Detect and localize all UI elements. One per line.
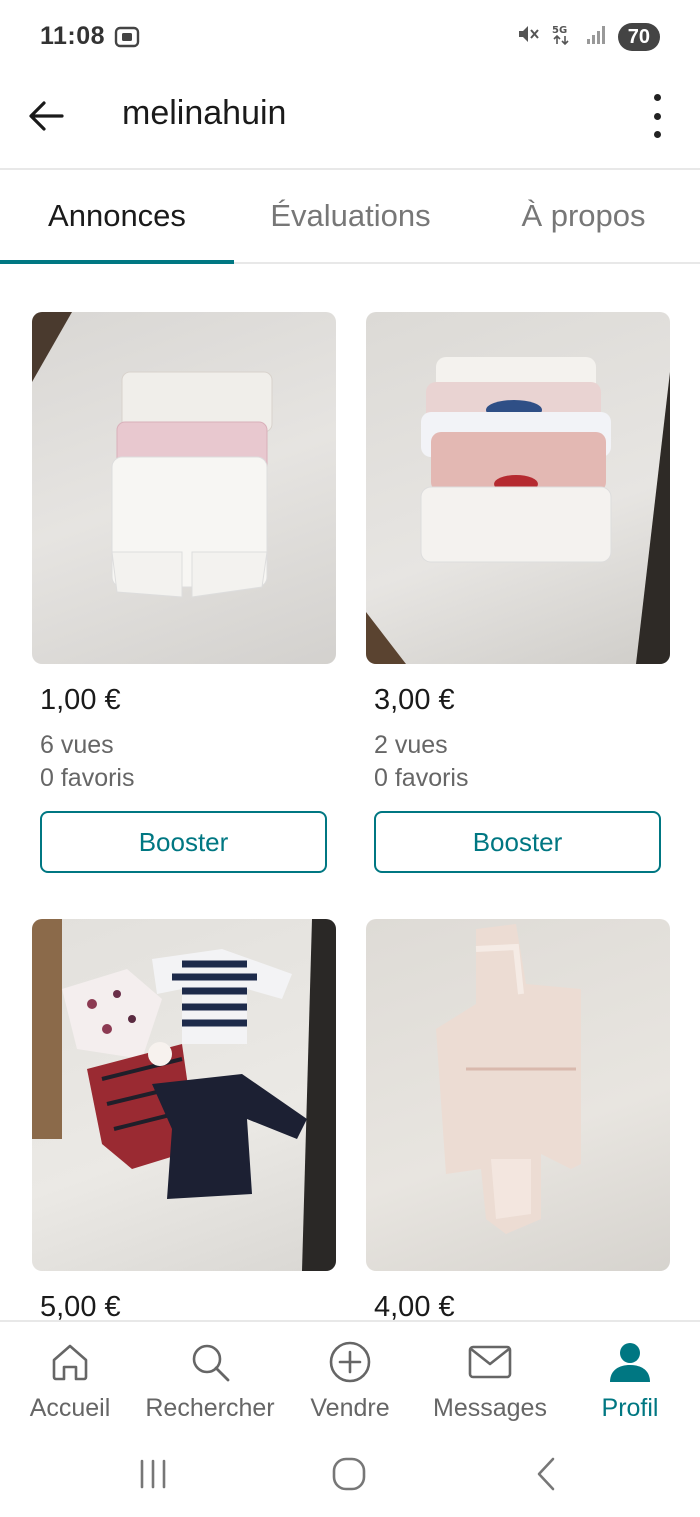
search-icon [189,1338,231,1386]
nav-vendre[interactable]: Vendre [280,1322,420,1432]
booster-button[interactable]: Booster [374,811,661,873]
profile-tabs: Annonces Évaluations À propos [0,170,700,264]
nav-label: Vendre [310,1394,390,1422]
listing-photo[interactable] [366,919,670,1271]
nav-profil[interactable]: Profil [560,1322,700,1432]
nav-messages[interactable]: Messages [420,1322,560,1432]
arrow-left-icon [29,101,64,131]
back-button[interactable] [22,92,70,140]
listing-card[interactable]: 1,00 € 6 vues 0 favoris Booster [32,312,336,873]
listing-price: 1,00 € [40,684,121,716]
listing-favorites: 0 favoris [374,764,469,792]
dot [653,94,661,101]
dot [653,112,661,120]
screen-record-icon [114,24,140,55]
listing-card[interactable]: 5,00 € [32,919,336,1324]
nav-label: Profil [601,1394,659,1422]
network-5g-icon: 5G [550,22,574,51]
recent-apps-button[interactable] [123,1452,183,1496]
profile-icon [608,1338,652,1386]
system-back-button[interactable] [516,1452,576,1496]
home-icon [49,1338,91,1386]
mute-icon [516,22,540,51]
listing-card[interactable]: 4,00 € [366,919,670,1324]
plus-circle-icon [328,1338,372,1386]
listing-photo[interactable] [366,312,670,664]
listing-card[interactable]: 3,00 € 2 vues 0 favoris Booster [366,312,670,873]
nav-label: Messages [433,1394,547,1422]
home-system-button[interactable] [319,1452,379,1496]
tab-a-propos[interactable]: À propos [467,170,700,262]
envelope-icon [467,1338,513,1386]
listing-photo[interactable] [32,919,336,1271]
tab-evaluations[interactable]: Évaluations [234,170,467,262]
nav-label: Accueil [29,1394,111,1422]
listing-photo[interactable] [32,312,336,664]
bottom-navigation: Accueil Rechercher Vendre Messages Profi… [0,1320,700,1432]
booster-button[interactable]: Booster [40,811,327,873]
nav-rechercher[interactable]: Rechercher [140,1322,280,1432]
svg-text:5G: 5G [552,25,567,36]
status-time: 11:08 [40,22,106,50]
listing-views: 6 vues [40,731,114,759]
nav-label: Rechercher [145,1394,275,1422]
listing-views: 2 vues [374,731,448,759]
app-header: melinahuin [0,72,700,170]
nav-accueil[interactable]: Accueil [0,1322,140,1432]
system-navigation-bar [0,1432,700,1517]
tab-annonces[interactable]: Annonces [0,170,234,264]
page-title: melinahuin [122,94,287,132]
recent-apps-icon [140,1459,166,1489]
signal-icon [584,22,608,51]
chevron-left-icon [537,1457,555,1491]
listing-price: 3,00 € [374,684,455,716]
dot [653,131,661,138]
home-circle-icon [332,1457,366,1491]
more-options-button[interactable] [642,90,672,142]
status-bar: 11:08 5G 70 [0,0,700,72]
listing-favorites: 0 favoris [40,764,135,792]
battery-level: 70 [617,22,660,51]
